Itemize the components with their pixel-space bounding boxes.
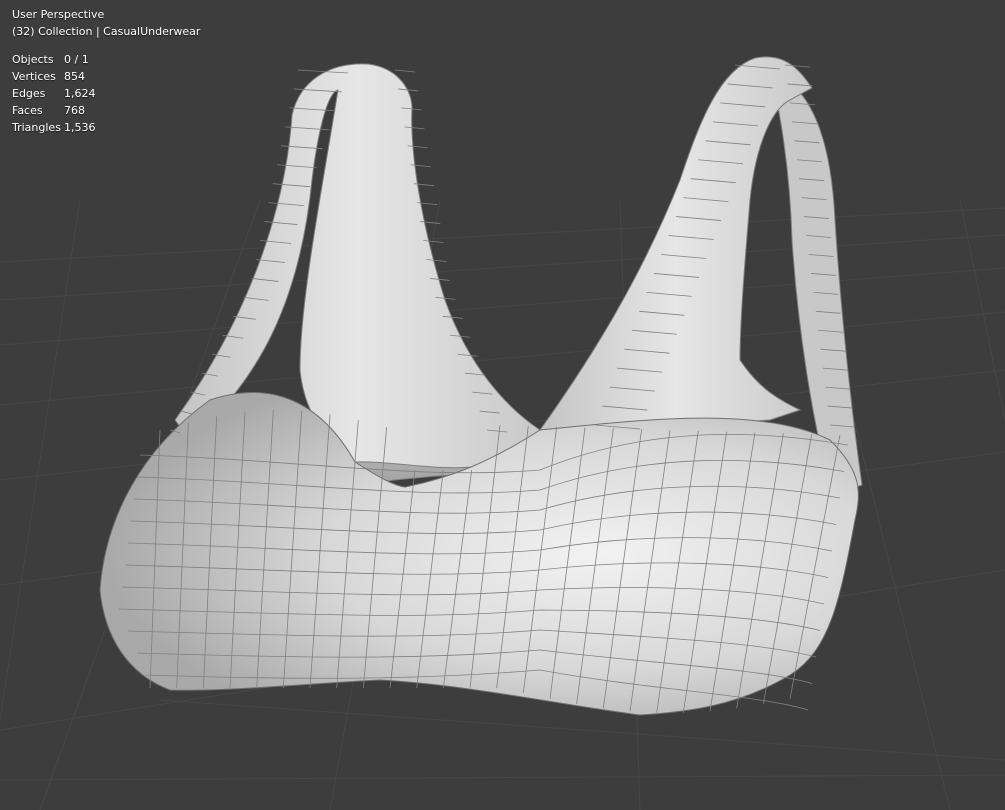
3d-viewport[interactable]: User Perspective (32) Collection | Casua… (0, 0, 1005, 810)
stat-value: 0 / 1 (64, 53, 89, 66)
strap-edge (394, 69, 416, 73)
stat-row-triangles: Triangles 1,536 (12, 119, 96, 136)
right-strap-front (538, 56, 813, 431)
stat-label: Triangles (12, 121, 61, 134)
viewport-canvas[interactable] (0, 0, 1005, 810)
stat-row-edges: Edges 1,624 (12, 85, 96, 102)
stat-row-vertices: Vertices 854 (12, 68, 96, 85)
stat-label: Faces (12, 104, 43, 117)
stat-value: 854 (64, 70, 85, 83)
scene-statistics: Objects 0 / 1 Vertices 854 Edges 1,624 F… (12, 51, 96, 136)
viewport-name: User Perspective (12, 8, 105, 21)
stat-value: 768 (64, 104, 85, 117)
stat-label: Edges (12, 87, 46, 100)
collection-info: (32) Collection | CasualUnderwear (12, 25, 201, 38)
stat-row-faces: Faces 768 (12, 102, 96, 119)
stat-label: Vertices (12, 70, 56, 83)
stat-row-objects: Objects 0 / 1 (12, 51, 96, 68)
stat-value: 1,624 (64, 87, 96, 100)
stat-label: Objects (12, 53, 54, 66)
stat-value: 1,536 (64, 121, 96, 134)
